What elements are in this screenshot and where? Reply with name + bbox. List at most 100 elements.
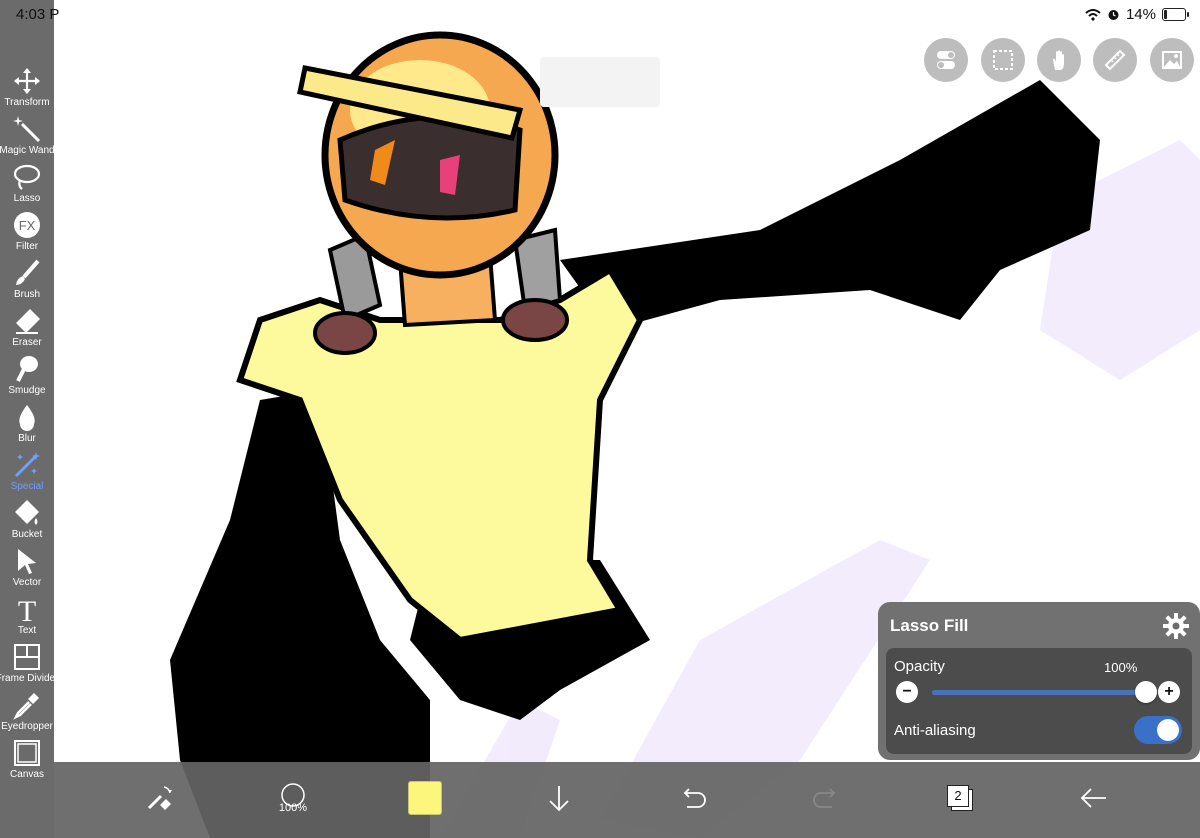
tool-text[interactable]: T Text [0, 594, 54, 642]
tool-transform[interactable]: Transform [0, 66, 54, 114]
redo-button[interactable] [804, 776, 848, 820]
tool-canvas[interactable]: Canvas [0, 738, 54, 786]
tool-label: Canvas [10, 769, 44, 780]
smudge-icon [16, 356, 38, 382]
tool-label: Vector [12, 577, 42, 588]
canvas-square-icon [14, 740, 40, 766]
lasso-fill-panel: Lasso Fill Opacity 100% − + Anti-aliasin… [878, 602, 1200, 760]
minus-icon: − [902, 683, 912, 700]
gear-icon[interactable] [1162, 612, 1190, 640]
panel-settings: Opacity 100% − + Anti-aliasing [886, 648, 1192, 754]
battery-percent: 14% [1125, 6, 1156, 23]
tool-label: Frame Divider [0, 673, 59, 684]
tool-label: Filter [15, 241, 39, 252]
download-button[interactable] [537, 776, 581, 820]
special-wand-icon [14, 452, 40, 478]
move-arrows-icon [14, 68, 40, 94]
fx-icon: FX [14, 212, 40, 238]
undo-button[interactable] [671, 776, 715, 820]
toggle-knob [1157, 719, 1179, 741]
anti-aliasing-toggle[interactable] [1134, 716, 1182, 744]
tool-label: Eraser [12, 337, 42, 348]
bucket-icon [15, 500, 39, 525]
opacity-slider-fill [932, 690, 1146, 695]
back-button[interactable] [1072, 776, 1116, 820]
color-button[interactable] [403, 776, 447, 820]
hand-gesture-icon [1053, 50, 1064, 70]
tool-label: Transform [4, 97, 50, 108]
ruler-button[interactable] [1093, 38, 1137, 82]
tool-bucket[interactable]: Bucket [0, 498, 54, 546]
tool-filter[interactable]: FX Filter [0, 210, 54, 258]
arrow-down-icon [549, 786, 569, 812]
opacity-slider-knob[interactable] [1135, 681, 1157, 703]
layer-count: 2 [954, 788, 962, 803]
tool-magic-wand[interactable]: Magic Wand [0, 114, 55, 162]
ibis-paint-app: 4:03 P 14% Transform Magic Wand Lasso FX… [0, 0, 1200, 838]
battery-icon [1162, 8, 1189, 21]
toggle-button[interactable] [924, 38, 968, 82]
layers-icon: 2 [947, 785, 973, 811]
eraser-icon [16, 309, 40, 334]
droplet-icon [19, 405, 35, 431]
bottom-toolbar: 100% 2 [54, 762, 1200, 838]
undo-icon [683, 788, 706, 808]
lasso-icon [13, 164, 41, 190]
toggle-switch-icon [937, 51, 955, 69]
tool-label: Bucket [11, 529, 43, 540]
tool-smudge[interactable]: Smudge [0, 354, 54, 402]
brush-eraser-swap-icon [147, 786, 172, 810]
tool-sidebar: Transform Magic Wand Lasso FX Filter Bru… [0, 0, 58, 838]
alarm-icon [1108, 10, 1119, 20]
wifi-icon [1085, 8, 1101, 21]
tool-brush[interactable]: Brush [0, 258, 54, 306]
svg-text:FX: FX [19, 218, 36, 233]
panel-title: Lasso Fill [890, 616, 969, 635]
tool-label: Eyedropper [1, 721, 53, 732]
opacity-slider[interactable] [932, 681, 1157, 703]
layers-button[interactable]: 2 [938, 776, 982, 820]
tool-swap-button[interactable] [137, 776, 181, 820]
tool-label: Special [10, 481, 44, 492]
tool-blur[interactable]: Blur [0, 402, 54, 450]
empty-overlay [540, 57, 660, 107]
tool-vector[interactable]: Vector [0, 546, 54, 594]
magic-wand-icon [13, 116, 41, 143]
status-icons: 14% [1085, 6, 1189, 23]
tool-special[interactable]: Special [0, 450, 54, 498]
tool-label: Text [17, 625, 37, 636]
plus-icon: + [1164, 683, 1174, 700]
reference-image-button[interactable] [1150, 38, 1194, 82]
tool-label: Blur [18, 433, 36, 444]
opacity-label: Opacity [894, 658, 945, 675]
tool-label: Magic Wand [0, 145, 55, 156]
text-t-icon: T [18, 595, 36, 624]
tool-eyedropper[interactable]: Eyedropper [0, 690, 54, 738]
tool-lasso[interactable]: Lasso [0, 162, 54, 210]
opacity-decrease-button[interactable]: − [896, 681, 918, 703]
svg-text:T: T [18, 595, 36, 624]
brush-icon [16, 259, 40, 285]
arrow-left-icon [1080, 788, 1106, 808]
opacity-value: 100% [1104, 660, 1138, 675]
gesture-button[interactable] [1037, 38, 1081, 82]
brush-size-button[interactable]: 100% [271, 776, 315, 820]
cursor-arrow-icon [18, 549, 36, 574]
status-time: 4:03 P [16, 6, 60, 23]
opacity-increase-button[interactable]: + [1158, 681, 1180, 703]
ruler-icon [1104, 49, 1126, 71]
tool-label: Smudge [8, 385, 46, 396]
tool-eraser[interactable]: Eraser [0, 306, 54, 354]
redo-icon [813, 788, 836, 808]
anti-aliasing-label: Anti-aliasing [894, 722, 976, 739]
tool-label: Lasso [13, 193, 41, 204]
tool-frame-divider[interactable]: Frame Divider [0, 642, 58, 690]
selection-button[interactable] [981, 38, 1025, 82]
color-swatch [408, 781, 442, 815]
eyedropper-icon [13, 693, 39, 720]
tool-label: Brush [13, 289, 41, 300]
selection-dashed-icon [993, 50, 1013, 70]
brush-size-value: 100% [278, 802, 308, 814]
frame-divider-icon [14, 644, 40, 670]
image-icon [1162, 51, 1182, 69]
